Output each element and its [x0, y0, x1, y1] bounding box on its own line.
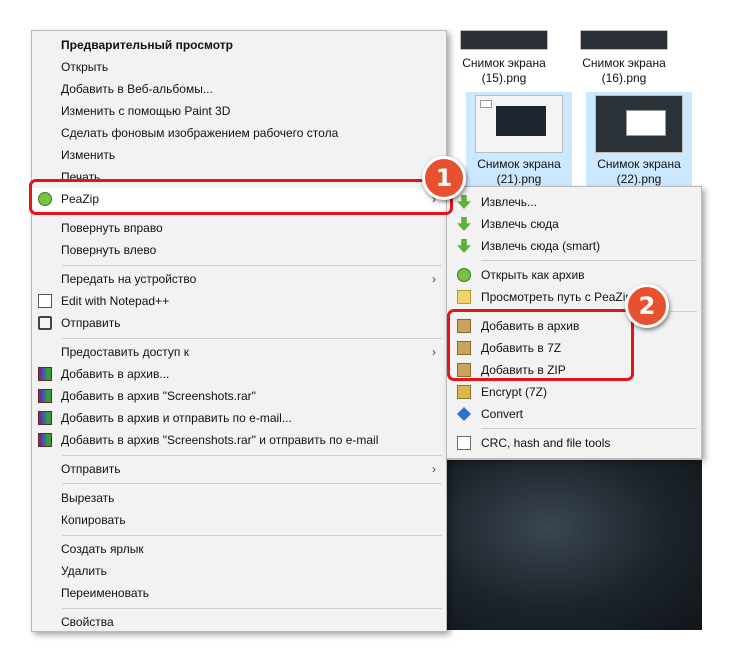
notepad-icon	[38, 294, 52, 308]
menu-item-cut[interactable]: Вырезать	[32, 487, 446, 509]
submenu-item-convert[interactable]: Convert	[447, 403, 701, 425]
submenu-item-extract-here[interactable]: Извлечь сюда	[447, 213, 701, 235]
menu-item-open[interactable]: Открыть	[32, 56, 446, 78]
extract-icon	[457, 195, 471, 209]
menu-item-cast-to-device[interactable]: Передать на устройство ›	[32, 268, 446, 290]
step-badge-2: 2	[625, 284, 669, 328]
menu-separator	[481, 260, 697, 261]
extract-icon	[457, 217, 471, 231]
menu-item-create-shortcut[interactable]: Создать ярлык	[32, 538, 446, 560]
menu-item-rotate-left[interactable]: Повернуть влево	[32, 239, 446, 261]
desktop-wallpaper-area	[446, 460, 702, 630]
menu-item-rotate-right[interactable]: Повернуть вправо	[32, 217, 446, 239]
menu-separator	[62, 338, 442, 339]
chevron-right-icon: ›	[432, 462, 436, 476]
menu-item-copy[interactable]: Копировать	[32, 509, 446, 531]
thumbnail-image	[595, 95, 683, 153]
thumbnail-image	[580, 30, 668, 50]
submenu-item-extract[interactable]: Извлечь...	[447, 191, 701, 213]
thumbnail-image	[460, 30, 548, 50]
file-thumbnail-selected[interactable]: Снимок экрана (21).png	[466, 92, 572, 189]
file-name-line1: Снимок экрана	[597, 157, 681, 171]
file-thumbnail[interactable]: Снимок экрана (15).png	[460, 30, 548, 86]
menu-item-web-albums[interactable]: Добавить в Веб-альбомы...	[32, 78, 446, 100]
file-name-line1: Снимок экрана	[477, 157, 561, 171]
menu-item-rar-add-email[interactable]: Добавить в архив и отправить по e-mail..…	[32, 407, 446, 429]
menu-item-notepadpp[interactable]: Edit with Notepad++	[32, 290, 446, 312]
file-name-line2: (22).png	[616, 172, 662, 186]
highlight-box-peazip	[29, 179, 453, 215]
menu-separator	[62, 483, 442, 484]
peazip-icon	[457, 268, 471, 282]
menu-item-properties[interactable]: Свойства	[32, 611, 446, 633]
menu-item-set-wallpaper[interactable]: Сделать фоновым изображением рабочего ст…	[32, 122, 446, 144]
file-name-line2: (15).png	[481, 71, 527, 85]
share-icon	[38, 316, 52, 330]
menu-item-rename[interactable]: Переименовать	[32, 582, 446, 604]
menu-item-share[interactable]: Отправить	[32, 312, 446, 334]
file-thumbnail[interactable]: Снимок экрана (16).png	[580, 30, 668, 86]
submenu-item-extract-here-smart[interactable]: Извлечь сюда (smart)	[447, 235, 701, 257]
menu-item-send-to[interactable]: Отправить ›	[32, 458, 446, 480]
menu-item-rar-add[interactable]: Добавить в архив...	[32, 363, 446, 385]
highlight-box-add-archive	[447, 309, 634, 381]
menu-separator	[62, 535, 442, 536]
file-name-line1: Снимок экрана	[582, 56, 666, 70]
menu-item-rar-add-named[interactable]: Добавить в архив "Screenshots.rar"	[32, 385, 446, 407]
winrar-icon	[38, 411, 52, 425]
menu-separator	[62, 265, 442, 266]
submenu-item-open-as-archive[interactable]: Открыть как архив	[447, 264, 701, 286]
step-badge-1: 1	[422, 156, 466, 200]
chevron-right-icon: ›	[432, 345, 436, 359]
menu-item-paint3d[interactable]: Изменить с помощью Paint 3D	[32, 100, 446, 122]
context-menu: Предварительный просмотр Открыть Добавит…	[31, 30, 447, 632]
thumbnail-image	[475, 95, 563, 153]
menu-item-edit[interactable]: Изменить	[32, 144, 446, 166]
menu-separator	[62, 455, 442, 456]
file-thumbnail-selected[interactable]: Снимок экрана (22).png	[586, 92, 692, 189]
convert-icon	[457, 407, 471, 421]
crc-icon	[457, 436, 471, 450]
encrypt-icon	[457, 385, 471, 399]
winrar-icon	[38, 433, 52, 447]
menu-separator	[62, 608, 442, 609]
menu-item-rar-add-named-email[interactable]: Добавить в архив "Screenshots.rar" и отп…	[32, 429, 446, 451]
submenu-item-encrypt-7z[interactable]: Encrypt (7Z)	[447, 381, 701, 403]
chevron-right-icon: ›	[432, 272, 436, 286]
menu-item-give-access[interactable]: Предоставить доступ к ›	[32, 341, 446, 363]
winrar-icon	[38, 389, 52, 403]
extract-icon	[457, 239, 471, 253]
folder-icon	[457, 290, 471, 304]
file-name-line2: (21).png	[496, 172, 542, 186]
menu-separator	[481, 428, 697, 429]
submenu-item-crc-hash[interactable]: CRC, hash and file tools	[447, 432, 701, 454]
file-name-line1: Снимок экрана	[462, 56, 546, 70]
winrar-icon	[38, 367, 52, 381]
file-name-line2: (16).png	[601, 71, 647, 85]
menu-item-preview[interactable]: Предварительный просмотр	[32, 34, 446, 56]
menu-item-delete[interactable]: Удалить	[32, 560, 446, 582]
